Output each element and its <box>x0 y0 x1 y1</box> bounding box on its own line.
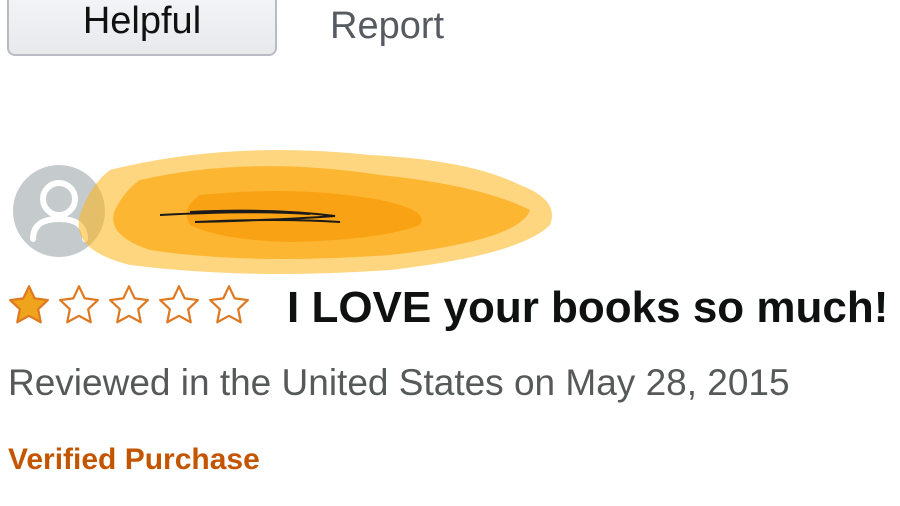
reviewer-name-redaction <box>50 130 570 285</box>
star-empty-icon <box>109 285 149 324</box>
verified-purchase-badge: Verified Purchase <box>8 443 260 476</box>
review-date-location: Reviewed in the United States on May 28,… <box>8 362 790 403</box>
star-empty-icon <box>59 285 99 324</box>
review-title-link[interactable]: I LOVE your books so much! <box>287 282 888 334</box>
report-link[interactable]: Report <box>330 0 444 66</box>
star-rating <box>6 283 252 327</box>
review-card: Helpful Report I LOVE your books so much… <box>0 0 900 506</box>
star-filled-icon <box>9 285 49 324</box>
star-empty-icon <box>209 285 249 324</box>
helpful-button[interactable]: Helpful <box>7 0 277 56</box>
star-empty-icon <box>159 285 199 324</box>
